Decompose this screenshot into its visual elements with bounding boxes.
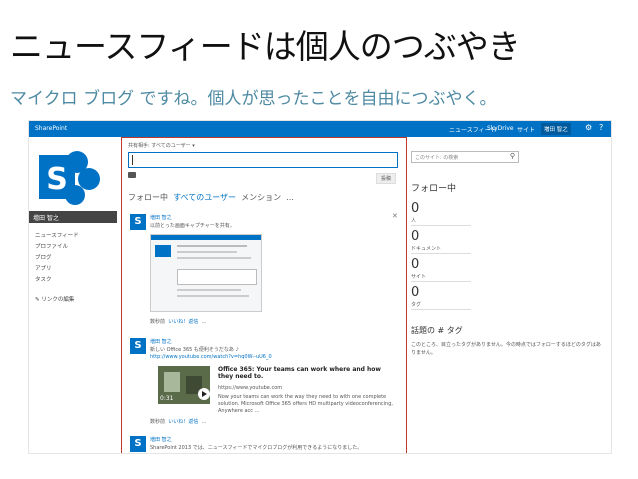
brand-label[interactable]: SharePoint [35, 125, 67, 132]
post-actions: 数秒前 いいね! 返信 ... [150, 418, 206, 425]
video-thumbnail[interactable]: 0:31 [158, 366, 210, 404]
stat-sites-count[interactable]: 0 [411, 257, 419, 272]
video-url: https://www.youtube.com [218, 385, 283, 391]
site-search-input[interactable]: このサイト: の検索 ⚲ [411, 151, 519, 163]
sidebar-item-apps[interactable]: アプリ [35, 264, 52, 272]
tab-more[interactable]: ... [286, 193, 294, 202]
divider [411, 309, 471, 310]
top-bar: SharePoint ニュースフィード SkyDrive サイト 増田 智之 ⚙… [29, 121, 611, 137]
nav-skydrive-link[interactable]: SkyDrive [487, 125, 514, 132]
stat-documents-label: ドキュメント [411, 246, 442, 252]
sidebar-item-tasks[interactable]: タスク [35, 275, 52, 283]
search-placeholder: このサイト: の検索 [415, 155, 459, 161]
stat-tags-count[interactable]: 0 [411, 285, 419, 300]
feed-tabs: フォロー中 すべてのユーザー メンション ... [128, 192, 294, 203]
post-text: 以前とった画面キャプチャーを共有。 [150, 223, 235, 229]
sidebar-item-newsfeed[interactable]: ニュースフィード [35, 231, 79, 239]
divider [411, 281, 471, 282]
tab-everyone[interactable]: すべてのユーザー [173, 193, 236, 202]
slide-title: ニュースフィードは個人のつぶやき [10, 27, 521, 66]
slide-subtitle: マイクロ ブログ ですね。個人が思ったことを自由につぶやく。 [10, 89, 497, 109]
post-input[interactable] [128, 152, 398, 168]
sidebar-item-profile[interactable]: プロファイル [35, 242, 68, 250]
divider [411, 253, 471, 254]
help-icon[interactable]: ? [599, 123, 603, 132]
post-text: 新しい Office 365 も便利そうだなあ ♪ [150, 347, 239, 353]
post-actions: 数秒前 いいね! 返信 ... [150, 318, 206, 325]
close-icon[interactable]: ✕ [392, 212, 398, 220]
newsfeed-panel: 共有相手: すべてのユーザー ▾ 投稿 フォロー中 すべてのユーザー メンション… [121, 137, 407, 453]
like-link[interactable]: いいね! [168, 419, 185, 425]
post-author[interactable]: 増田 智之 [150, 338, 172, 345]
post-author[interactable]: 増田 智之 [150, 214, 172, 221]
like-link[interactable]: いいね! [168, 319, 185, 325]
tab-following[interactable]: フォロー中 [128, 193, 168, 202]
stat-documents-count[interactable]: 0 [411, 229, 419, 244]
stat-tags-label: タグ [411, 302, 422, 308]
video-title[interactable]: Office 365: Your teams can work where an… [218, 366, 398, 380]
divider [411, 225, 471, 226]
trending-tags-heading: 話題の # タグ [411, 326, 463, 335]
post-avatar-icon: S [130, 436, 146, 452]
post-button[interactable]: 投稿 [376, 173, 397, 184]
user-menu[interactable]: 増田 智之 [541, 123, 571, 135]
post-link[interactable]: http://www.youtube.com/watch?v=hq0W--uU6… [150, 354, 272, 360]
sharepoint-screenshot: SharePoint ニュースフィード SkyDrive サイト 増田 智之 ⚙… [28, 120, 612, 454]
tab-mentions[interactable]: メンション [241, 193, 281, 202]
post-text: SharePoint 2013 では、ニュースフィードでマイクロブログが利用でき… [150, 445, 363, 451]
more-link[interactable]: ... [202, 319, 207, 325]
stat-people-count[interactable]: 0 [411, 201, 419, 216]
reply-link[interactable]: 返信 [188, 319, 198, 325]
camera-icon[interactable] [128, 172, 136, 178]
sidebar-item-blog[interactable]: ブログ [35, 253, 52, 261]
post-author[interactable]: 増田 智之 [150, 436, 172, 443]
stat-sites-label: サイト [411, 274, 427, 280]
video-description: Now your teams can work the way they nee… [218, 394, 393, 414]
post-time: 数秒前 [150, 319, 166, 325]
more-link[interactable]: ... [202, 419, 207, 425]
edit-links-label: リンクの編集 [41, 297, 75, 303]
video-duration: 0:31 [160, 395, 174, 402]
following-heading: フォロー中 [411, 184, 457, 194]
share-with-dropdown[interactable]: 共有相手: すべてのユーザー ▾ [128, 142, 195, 149]
reply-link[interactable]: 返信 [188, 419, 198, 425]
play-icon[interactable] [198, 388, 210, 400]
post-time: 数秒前 [150, 419, 166, 425]
edit-links[interactable]: ✎ リンクの編集 [35, 295, 74, 303]
profile-name[interactable]: 増田 智之 [29, 211, 117, 223]
screenshot-thumbnail[interactable] [150, 234, 262, 312]
search-icon[interactable]: ⚲ [510, 152, 515, 160]
svg-text:S: S [46, 162, 68, 197]
trending-tags-text: このところ、目立ったタグがありません。今の時点ではフォローするほどのタグはありま… [411, 342, 601, 356]
sharepoint-logo-icon: S [39, 151, 100, 205]
post-avatar-icon: S [130, 214, 146, 230]
stat-people-label: 人 [411, 218, 417, 224]
nav-sites-link[interactable]: サイト [517, 125, 535, 134]
gear-icon[interactable]: ⚙ [585, 123, 592, 132]
post-avatar-icon: S [130, 338, 146, 354]
